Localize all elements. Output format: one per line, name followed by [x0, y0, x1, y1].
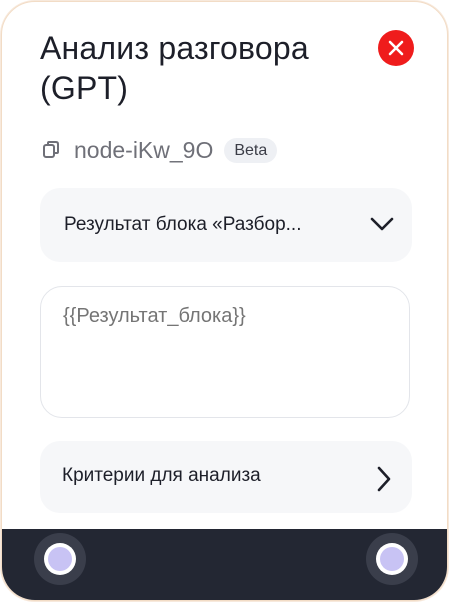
- output-port-dot: [380, 547, 404, 571]
- input-port[interactable]: [34, 533, 86, 585]
- chevron-right-icon: [377, 466, 391, 492]
- input-port-dot: [48, 547, 72, 571]
- input-port-ring: [44, 543, 76, 575]
- node-card: Анализ разговора (GPT) node-iKw_9O Beta …: [1, 1, 448, 601]
- close-icon: [388, 40, 404, 56]
- beta-badge: Beta: [224, 137, 278, 163]
- result-input[interactable]: [40, 286, 410, 418]
- analysis-criteria-label: Критерии для анализа: [62, 465, 261, 486]
- node-title: Анализ разговора (GPT): [40, 30, 309, 106]
- node-id-row: node-iKw_9O Beta: [42, 135, 278, 165]
- analysis-criteria-button[interactable]: Критерии для анализа: [40, 441, 412, 513]
- close-button[interactable]: [378, 30, 414, 66]
- copy-icon[interactable]: [42, 140, 62, 160]
- chevron-down-icon: [370, 217, 394, 231]
- result-block-select-label: Результат блока «Разбор...: [64, 214, 302, 235]
- output-port[interactable]: [366, 533, 418, 585]
- output-port-ring: [376, 543, 408, 575]
- result-block-select[interactable]: Результат блока «Разбор...: [40, 188, 412, 262]
- node-id: node-iKw_9O: [74, 136, 214, 163]
- node-footer: [2, 529, 447, 600]
